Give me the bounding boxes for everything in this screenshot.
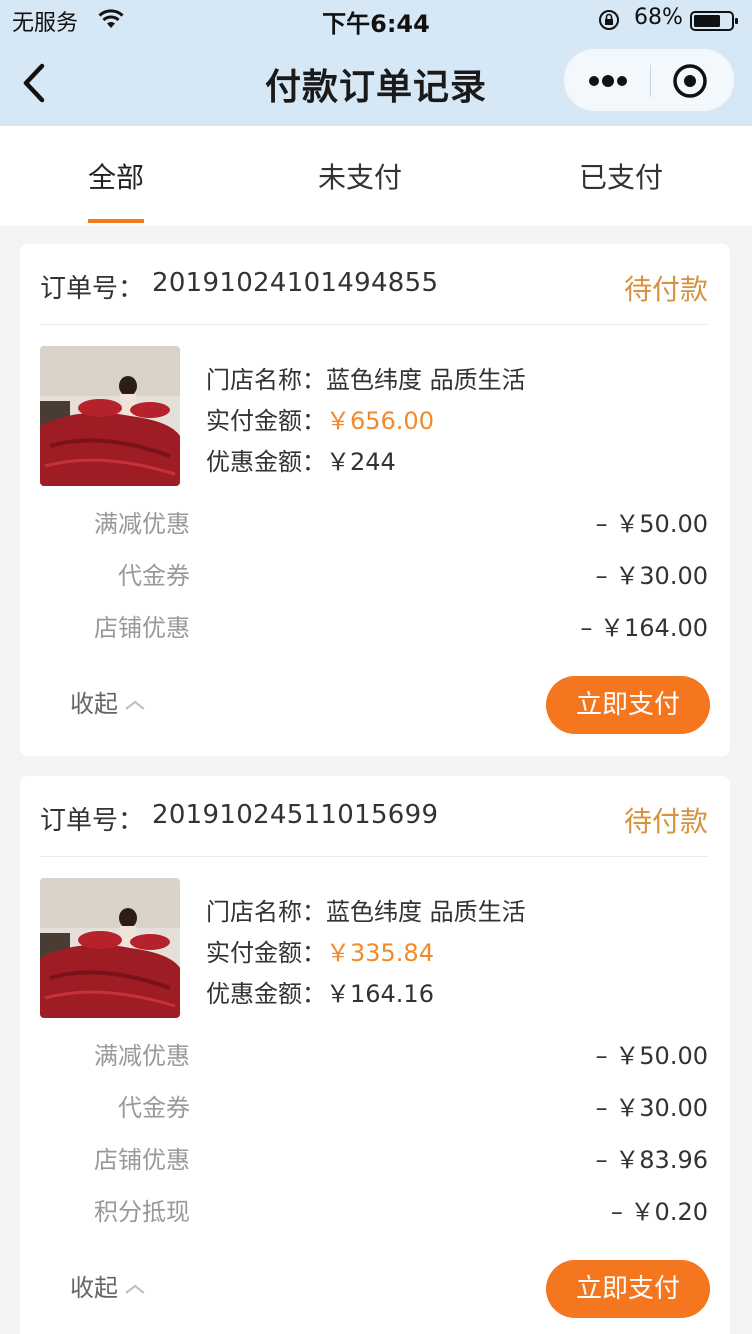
order-tabs: 全部 未支付 已支付 [0, 126, 752, 226]
battery-percent: 68% [634, 5, 683, 30]
discount-row: 优惠金额：￥244 [206, 442, 396, 477]
order-number: 20191024511015699 [152, 800, 439, 830]
rotation-lock-icon [599, 10, 619, 30]
tab-unpaid[interactable]: 未支付 [318, 156, 402, 196]
miniapp-capsule [563, 48, 735, 112]
order-card: 订单号： 20191024101494855 待付款 门店名称：蓝色纬度 品质生… [20, 244, 730, 756]
pay-now-button[interactable]: 立即支付 [546, 676, 710, 734]
discount-label: 优惠金额： [206, 980, 326, 1008]
order-number-label: 订单号： [40, 274, 145, 304]
discount-amount: ￥164.16 [326, 980, 434, 1008]
battery-icon [690, 11, 738, 31]
paid-row: 实付金额：￥335.84 [206, 933, 434, 968]
status-badge: 待付款 [623, 273, 708, 306]
active-tab-indicator [88, 219, 144, 223]
store-label: 门店名称： [206, 366, 326, 394]
order-number-label: 订单号： [40, 806, 145, 836]
discount-item-value: – ￥30.00 [595, 562, 708, 590]
discount-item-label: 满减优惠 [94, 1042, 190, 1070]
discount-item-value: – ￥50.00 [595, 1042, 708, 1070]
discount-item-label: 店铺优惠 [94, 1146, 190, 1174]
discount-item-value: – ￥0.20 [610, 1198, 708, 1226]
discount-item-label: 代金券 [118, 1094, 190, 1122]
store-name: 蓝色纬度 品质生活 [326, 366, 526, 394]
tab-paid[interactable]: 已支付 [579, 156, 663, 196]
pay-now-button[interactable]: 立即支付 [546, 1260, 710, 1318]
status-bar: 无服务 下午6:44 68% [0, 0, 752, 40]
product-thumbnail[interactable] [40, 346, 180, 486]
tab-all[interactable]: 全部 [88, 156, 144, 196]
chevron-up-icon [125, 700, 145, 710]
discount-item-value: – ￥164.00 [580, 614, 708, 642]
close-miniapp-icon[interactable] [672, 63, 708, 99]
capsule-divider [650, 65, 651, 97]
collapse-toggle[interactable]: 收起 [70, 684, 146, 719]
store-row: 门店名称：蓝色纬度 品质生活 [206, 360, 526, 395]
paid-label: 实付金额： [206, 939, 326, 967]
more-options-icon[interactable] [588, 69, 628, 93]
collapse-label: 收起 [70, 1274, 118, 1302]
divider [40, 324, 708, 325]
store-name: 蓝色纬度 品质生活 [326, 898, 526, 926]
discount-item-value: – ￥83.96 [595, 1146, 708, 1174]
discount-label: 优惠金额： [206, 448, 326, 476]
paid-amount: ￥656.00 [326, 407, 434, 435]
chevron-up-icon [125, 1284, 145, 1294]
discount-amount: ￥244 [326, 448, 396, 476]
discount-item-label: 满减优惠 [94, 510, 190, 538]
order-card: 订单号： 20191024511015699 待付款 门店名称：蓝色纬度 品质生… [20, 776, 730, 1334]
paid-row: 实付金额：￥656.00 [206, 401, 434, 436]
discount-item-value: – ￥30.00 [595, 1094, 708, 1122]
discount-item-label: 店铺优惠 [94, 614, 190, 642]
store-row: 门店名称：蓝色纬度 品质生活 [206, 892, 526, 927]
discount-item-label: 积分抵现 [94, 1198, 190, 1226]
product-thumbnail[interactable] [40, 878, 180, 1018]
discount-row: 优惠金额：￥164.16 [206, 974, 434, 1009]
discount-item-label: 代金券 [118, 562, 190, 590]
divider [40, 856, 708, 857]
paid-label: 实付金额： [206, 407, 326, 435]
paid-amount: ￥335.84 [326, 939, 434, 967]
discount-item-value: – ￥50.00 [595, 510, 708, 538]
nav-bar: 付款订单记录 [0, 40, 752, 126]
order-number: 20191024101494855 [152, 268, 439, 298]
collapse-toggle[interactable]: 收起 [70, 1268, 146, 1303]
store-label: 门店名称： [206, 898, 326, 926]
status-badge: 待付款 [623, 805, 708, 838]
collapse-label: 收起 [70, 690, 118, 718]
